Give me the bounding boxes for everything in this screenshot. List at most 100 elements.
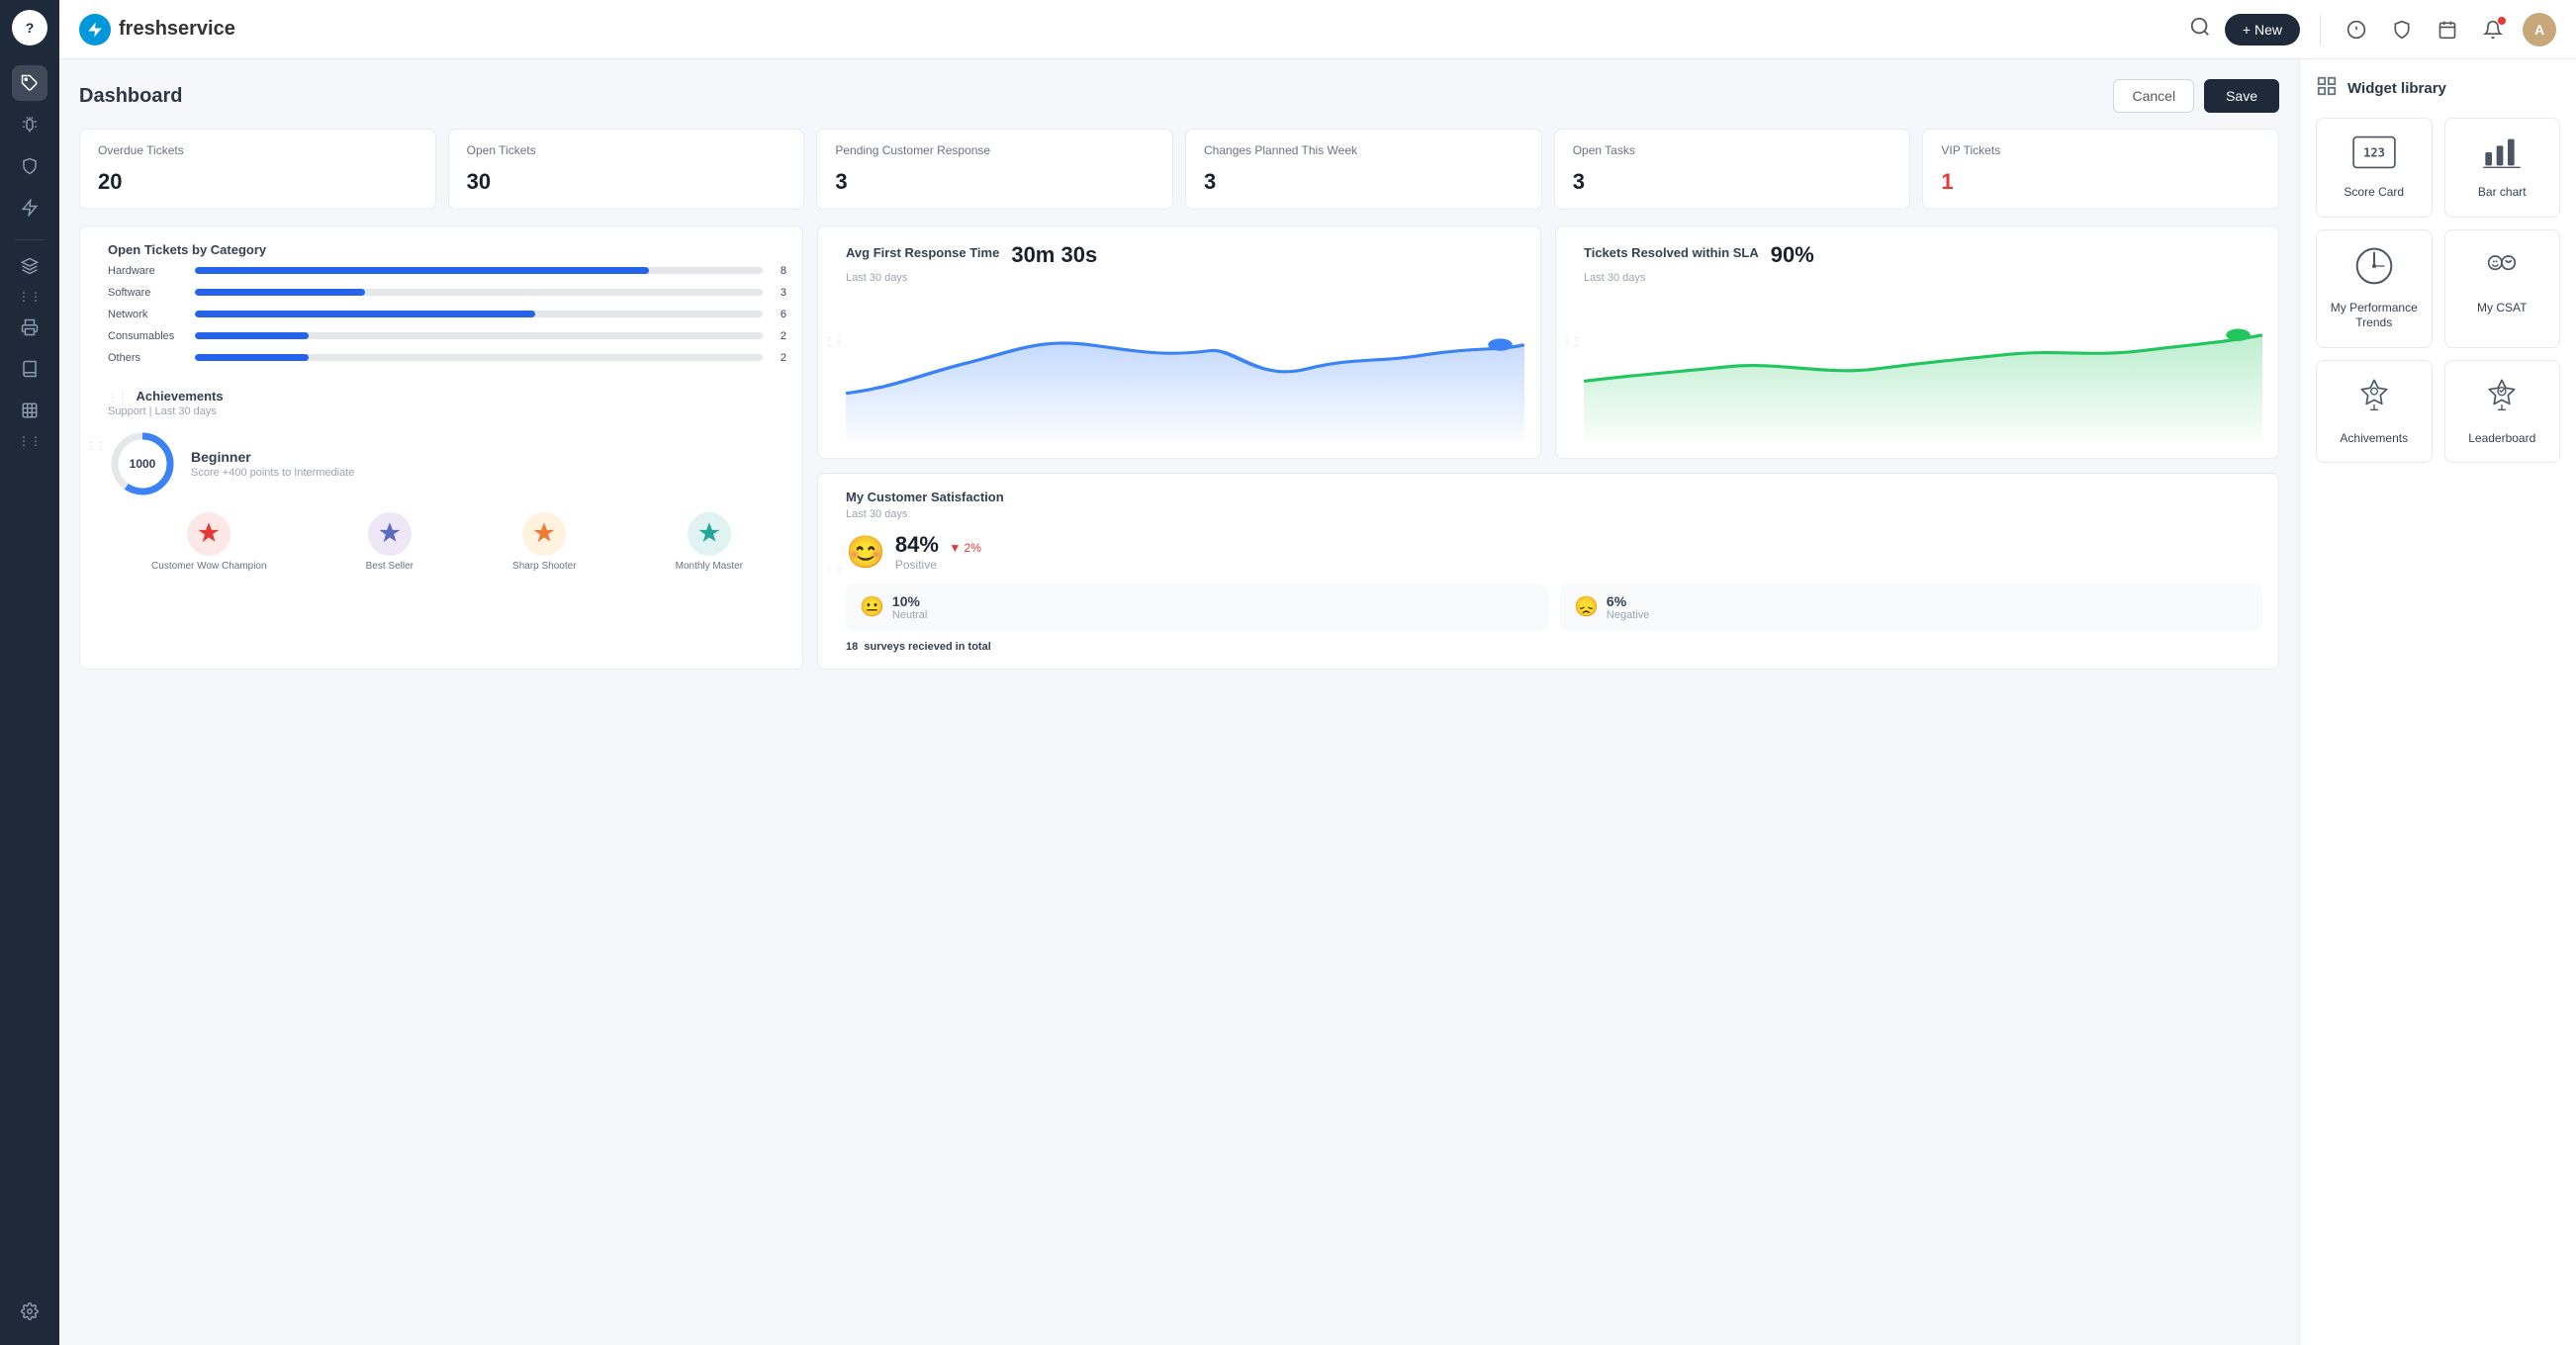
category-widget: ⋮⋮ Open Tickets by Category Hardware 8 S… <box>79 225 803 670</box>
wl-bar-chart[interactable]: Bar chart <box>2444 118 2561 218</box>
user-avatar[interactable]: A <box>2523 13 2556 46</box>
score-card-label: Score Card <box>2344 185 2404 201</box>
wl-achievements[interactable]: Achivements <box>2316 360 2433 464</box>
bar-chart-label: Bar chart <box>2478 185 2527 201</box>
sharp-shooter-icon <box>522 512 566 556</box>
pending-value: 3 <box>835 169 1154 195</box>
cat-val-others: 2 <box>771 352 786 364</box>
bell-badge <box>2497 16 2507 26</box>
cancel-button[interactable]: Cancel <box>2113 79 2194 113</box>
csat-total: 18 <box>846 641 858 653</box>
best-seller-label: Best Seller <box>366 560 414 573</box>
wl-performance[interactable]: My Performance Trends <box>2316 229 2433 348</box>
csat-positive-info: 84% ▼ 2% Positive <box>895 532 981 572</box>
search-icon[interactable] <box>2189 16 2211 44</box>
drag-handle-category[interactable]: ⋮⋮ <box>86 441 106 453</box>
badge-sharp-shooter: Sharp Shooter <box>512 512 577 573</box>
cat-bar-bg-network <box>195 311 763 317</box>
drag-handle-achievements[interactable]: ⋮⋮ <box>108 393 128 404</box>
cat-row-network: Network 6 <box>108 309 786 320</box>
cat-label-others: Others <box>108 352 187 364</box>
csat-title: My Customer Satisfaction <box>846 490 2262 504</box>
sidebar-item-chart[interactable] <box>12 393 47 428</box>
score-card-overdue[interactable]: Overdue Tickets 20 <box>79 129 436 210</box>
new-button[interactable]: + New <box>2225 14 2300 45</box>
csat-sub: 😐 10% Neutral 😞 6% Negative <box>846 583 2262 631</box>
cat-row-others: Others 2 <box>108 352 786 364</box>
freshservice-logo-icon <box>79 14 111 45</box>
topbar: freshservice + New A <box>59 0 2576 59</box>
achievements-title: Achievements <box>136 389 223 404</box>
score-card-open[interactable]: Open Tickets 30 <box>448 129 805 210</box>
sidebar-divider-1 <box>15 239 45 240</box>
cat-row-hardware: Hardware 8 <box>108 265 786 277</box>
topbar-actions: + New A <box>2189 13 2556 46</box>
sla-widget: ⋮⋮ Tickets Resolved within SLA 90% Last … <box>1555 225 2279 459</box>
csat-neutral-label: Neutral <box>892 609 927 621</box>
sidebar-item-bug[interactable] <box>12 107 47 142</box>
drag-handle-sla[interactable]: ⋮⋮ <box>1562 336 1582 348</box>
sidebar-item-layers[interactable] <box>12 248 47 284</box>
dashboard-header: Dashboard Cancel Save <box>79 79 2279 113</box>
wl-score-card[interactable]: 123 Score Card <box>2316 118 2433 218</box>
calendar-icon-btn[interactable] <box>2432 14 2463 45</box>
open-label: Open Tickets <box>467 143 786 159</box>
csat-footer-text: surveys recieved in total <box>864 641 990 653</box>
cat-label-network: Network <box>108 309 187 320</box>
csat-negative-emoji: 😞 <box>1574 594 1599 619</box>
score-card-tasks[interactable]: Open Tasks 3 <box>1554 129 1911 210</box>
sidebar-logo[interactable]: ? <box>12 10 47 45</box>
csat-period: Last 30 days <box>846 508 2262 520</box>
badge-row: Customer Wow Champion Best Seller <box>108 512 786 573</box>
csat-negative-item: 😞 6% Negative <box>1560 583 2262 631</box>
sidebar-item-printer[interactable] <box>12 310 47 345</box>
category-title: Open Tickets by Category <box>108 242 786 257</box>
tasks-value: 3 <box>1573 169 1892 195</box>
donut-label: 1000 <box>108 429 177 498</box>
drag-handle-response[interactable]: ⋮⋮ <box>824 336 844 348</box>
sharp-shooter-label: Sharp Shooter <box>512 560 577 573</box>
score-card-vip[interactable]: VIP Tickets 1 <box>1922 129 2279 210</box>
donut-chart: 1000 <box>108 429 177 498</box>
sidebar-item-settings[interactable] <box>12 1294 47 1329</box>
sidebar-item-shield[interactable] <box>12 148 47 184</box>
wl-my-csat[interactable]: My CSAT <box>2444 229 2561 348</box>
csat-widget: ⋮⋮ My Customer Satisfaction Last 30 days… <box>817 473 2279 670</box>
leaderboard-label: Leaderboard <box>2468 431 2535 447</box>
score-card-pending[interactable]: Pending Customer Response 3 <box>816 129 1173 210</box>
save-button[interactable]: Save <box>2204 79 2279 113</box>
sidebar-item-tag[interactable] <box>12 65 47 101</box>
achievement-progress: Score +400 points to Intermediate <box>191 467 354 479</box>
content-area: Dashboard Cancel Save Overdue Tickets 20… <box>59 59 2576 1345</box>
dashboard-actions: Cancel Save <box>2113 79 2279 113</box>
csat-trend: ▼ 2% <box>949 541 981 555</box>
cat-bar-network <box>195 311 535 317</box>
csat-neutral-info: 10% Neutral <box>892 593 927 621</box>
dashboard-panel: Dashboard Cancel Save Overdue Tickets 20… <box>59 59 2299 1345</box>
leaderboard-icon <box>2482 377 2522 421</box>
badge-customer-wow: Customer Wow Champion <box>151 512 267 573</box>
vip-value: 1 <box>1941 169 2260 195</box>
my-csat-icon <box>2482 246 2522 291</box>
sla-title: Tickets Resolved within SLA <box>1584 245 1759 260</box>
csat-negative-pct: 6% <box>1607 593 1649 609</box>
dashboard-grid: ⋮⋮ Open Tickets by Category Hardware 8 S… <box>79 225 2279 670</box>
sidebar-drag-dots-1[interactable]: ⋮⋮ <box>18 290 42 304</box>
wl-leaderboard[interactable]: Leaderboard <box>2444 360 2561 464</box>
shield-icon-btn[interactable] <box>2386 14 2418 45</box>
info-icon-btn[interactable] <box>2341 14 2372 45</box>
overdue-label: Overdue Tickets <box>98 143 417 159</box>
vip-label: VIP Tickets <box>1941 143 2260 159</box>
score-card-changes[interactable]: Changes Planned This Week 3 <box>1185 129 1542 210</box>
sidebar-item-lightning[interactable] <box>12 190 47 225</box>
drag-handle-csat[interactable]: ⋮⋮ <box>824 565 844 577</box>
sla-chart <box>1584 284 2262 442</box>
achievements-wl-label: Achivements <box>2340 431 2408 447</box>
bell-icon-btn[interactable] <box>2477 14 2509 45</box>
cat-bar-bg-hardware <box>195 267 763 274</box>
cat-row-consumables: Consumables 2 <box>108 330 786 342</box>
csat-negative-info: 6% Negative <box>1607 593 1649 621</box>
widget-library-header: Widget library <box>2316 75 2560 102</box>
sidebar-drag-dots-2[interactable]: ⋮⋮ <box>18 434 42 448</box>
sidebar-item-book[interactable] <box>12 351 47 387</box>
